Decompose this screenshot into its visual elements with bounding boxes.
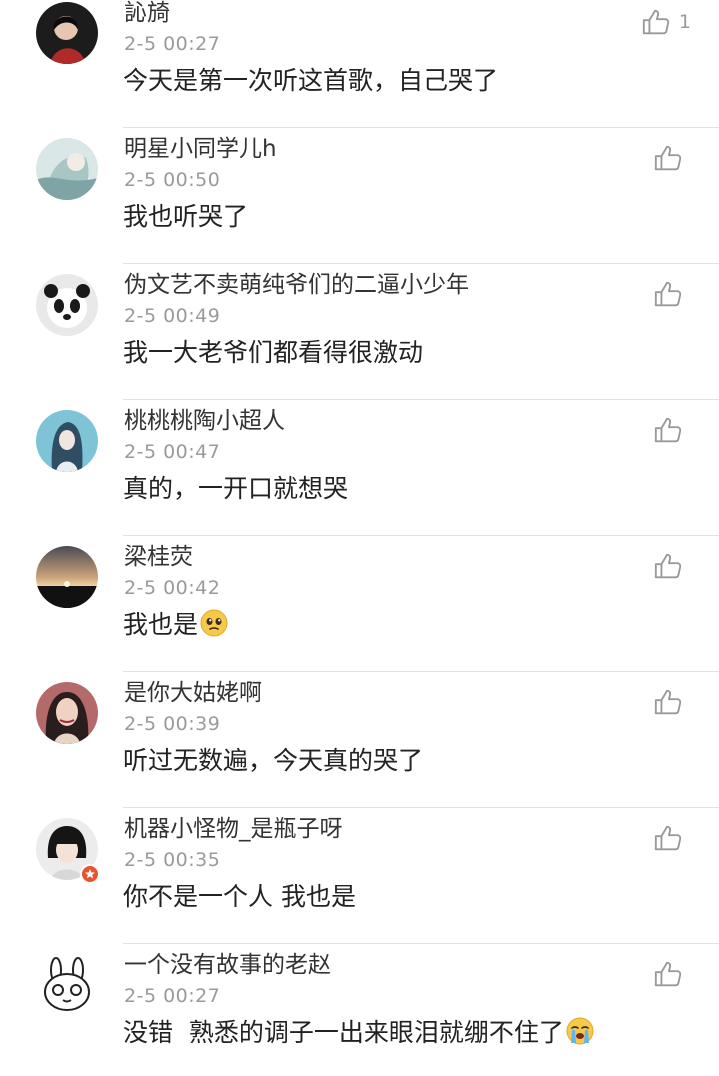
thumbs-up-icon	[653, 551, 683, 581]
comment-item: 一个没有故事的老赵 2-5 00:27 没错 熟悉的调子一出来眼泪就绷不住了	[0, 944, 719, 1076]
like-button[interactable]	[653, 414, 691, 446]
thumbs-up-icon	[653, 143, 683, 173]
comment-item: 机器小怪物_是瓶子呀 2-5 00:35 你不是一个人 我也是	[0, 808, 719, 944]
comment-author[interactable]: 桃桃桃陶小超人	[124, 406, 285, 436]
comment-time: 2-5 00:27	[124, 33, 221, 55]
avatar[interactable]	[36, 682, 98, 744]
comment-text: 今天是第一次听这首歌，自己哭了	[123, 66, 499, 95]
comment-text-content: 我也是	[123, 610, 199, 639]
like-button[interactable]	[653, 142, 691, 174]
comment-time: 2-5 00:27	[124, 985, 221, 1007]
comment-item: 梁桂荧 2-5 00:42 我也是	[0, 536, 719, 672]
comment-text: 我一大老爷们都看得很激动	[123, 338, 424, 367]
avatar[interactable]	[36, 410, 98, 472]
comment-text: 听过无数遍，今天真的哭了	[123, 746, 424, 775]
comment-text: 没错 熟悉的调子一出来眼泪就绷不住了	[123, 1016, 594, 1050]
comment-author[interactable]: 伪文艺不卖萌纯爷们的二逼小少年	[124, 270, 469, 300]
verified-badge-icon	[80, 864, 100, 884]
avatar[interactable]	[36, 2, 98, 64]
comment-text: 我也听哭了	[123, 202, 249, 231]
avatar[interactable]	[36, 546, 98, 608]
comment-item: 是你大姑姥啊 2-5 00:39 听过无数遍，今天真的哭了	[0, 672, 719, 808]
avatar[interactable]	[36, 138, 98, 200]
pleading-face-emoji	[200, 609, 228, 637]
comment-time: 2-5 00:39	[124, 713, 221, 735]
avatar[interactable]	[36, 954, 98, 1016]
comment-time: 2-5 00:47	[124, 441, 221, 463]
comment-item: 明星小同学儿h 2-5 00:50 我也听哭了	[0, 128, 719, 264]
comment-time: 2-5 00:50	[124, 169, 221, 191]
comment-time: 2-5 00:35	[124, 849, 221, 871]
loudly-crying-emoji	[566, 1017, 594, 1045]
like-button[interactable]: 1	[641, 6, 691, 38]
thumbs-up-icon	[653, 687, 683, 717]
like-button[interactable]	[653, 550, 691, 582]
avatar[interactable]	[36, 274, 98, 336]
comment-text-content: 没错 熟悉的调子一出来眼泪就绷不住了	[123, 1018, 564, 1047]
like-button[interactable]	[653, 686, 691, 718]
thumbs-up-icon	[653, 959, 683, 989]
comment-time: 2-5 00:49	[124, 305, 221, 327]
like-button[interactable]	[653, 278, 691, 310]
thumbs-up-icon	[653, 823, 683, 853]
thumbs-up-icon	[653, 279, 683, 309]
like-button[interactable]	[653, 958, 691, 990]
comment-list: 訫旑 2-5 00:27 今天是第一次听这首歌，自己哭了 1 明星小同学儿h 2…	[0, 0, 719, 1076]
comment-author[interactable]: 訫旑	[124, 0, 170, 28]
comment-text: 我也是	[123, 608, 228, 642]
like-count: 1	[678, 11, 691, 33]
comment-item: 伪文艺不卖萌纯爷们的二逼小少年 2-5 00:49 我一大老爷们都看得很激动	[0, 264, 719, 400]
comment-item: 桃桃桃陶小超人 2-5 00:47 真的，一开口就想哭	[0, 400, 719, 536]
comment-author[interactable]: 是你大姑姥啊	[124, 678, 262, 708]
comment-author[interactable]: 一个没有故事的老赵	[124, 950, 331, 980]
comment-text: 真的，一开口就想哭	[123, 474, 349, 503]
like-button[interactable]	[653, 822, 691, 854]
comment-item: 訫旑 2-5 00:27 今天是第一次听这首歌，自己哭了 1	[0, 0, 719, 128]
comment-author[interactable]: 机器小怪物_是瓶子呀	[124, 814, 343, 844]
comment-text: 你不是一个人 我也是	[123, 882, 356, 911]
comment-author[interactable]: 明星小同学儿h	[124, 134, 277, 164]
comment-author[interactable]: 梁桂荧	[124, 542, 193, 572]
comment-time: 2-5 00:42	[124, 577, 221, 599]
thumbs-up-icon	[653, 415, 683, 445]
thumbs-up-icon	[641, 7, 671, 37]
